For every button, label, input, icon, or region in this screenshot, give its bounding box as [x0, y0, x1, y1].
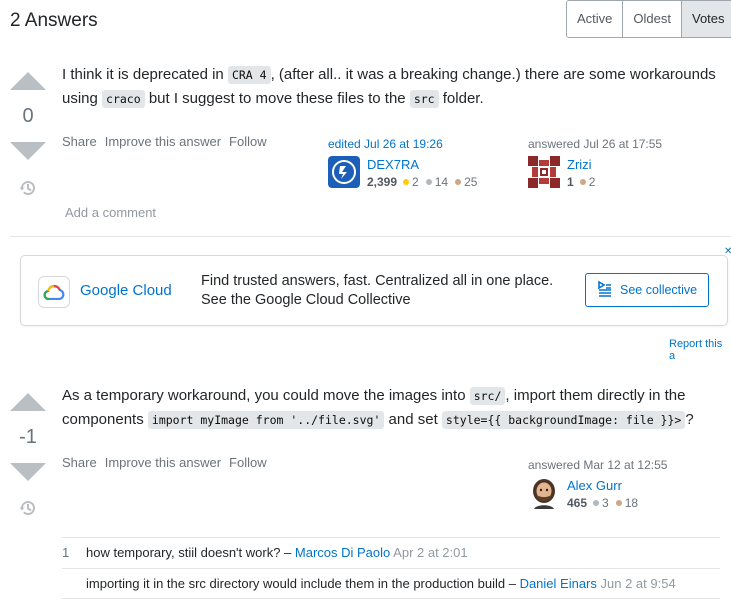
editor-stats: 2,399 2 14 25 [367, 175, 478, 189]
author-name[interactable]: Alex Gurr [567, 478, 622, 493]
answer-body: As a temporary workaround, you could mov… [62, 387, 694, 429]
inline-code: CRA 4 [227, 66, 271, 84]
post-menu: Share Improve this answer Follow [62, 134, 267, 149]
share-link[interactable]: Share [62, 134, 97, 149]
reputation: 465 [567, 496, 588, 510]
author-stats: 1 2 [567, 175, 596, 189]
vote-count: -1 [19, 426, 37, 448]
ad-brand-name[interactable]: Google Cloud [80, 282, 172, 299]
upvote-button[interactable] [10, 393, 46, 411]
silver-badge-icon [593, 500, 600, 506]
inline-code: src/ [469, 387, 506, 405]
see-collective-button[interactable]: See collective [585, 273, 709, 307]
sort-tab-active[interactable]: Active [567, 1, 624, 37]
reputation: 1 [567, 175, 574, 189]
share-link[interactable]: Share [62, 455, 97, 470]
downvote-button[interactable] [10, 463, 46, 481]
comment-date[interactable]: Apr 2 at 2:01 [393, 545, 467, 560]
author-name[interactable]: Zrizi [567, 157, 592, 172]
collective-icon [596, 280, 614, 301]
comment-user[interactable]: Marcos Di Paolo [295, 545, 390, 560]
comment-date[interactable]: Jun 2 at 9:54 [601, 576, 676, 591]
bronze-badge-icon [615, 500, 622, 506]
silver-badge-icon [425, 179, 432, 185]
comment: importing it in the src directory would … [62, 568, 720, 599]
inline-code: style={{ backgroundImage: file }}> [441, 411, 686, 429]
comment-text: how temporary, stiil doesn't work? – [86, 545, 295, 560]
avatar[interactable] [328, 156, 360, 188]
editor-name[interactable]: DEX7RA [367, 157, 419, 172]
ad-text: Find trusted answers, fast. Centralized … [201, 273, 554, 308]
vote-count: 0 [22, 105, 34, 127]
add-comment-link[interactable]: Add a comment [65, 205, 156, 220]
history-icon[interactable] [18, 498, 38, 518]
avatar[interactable] [528, 156, 560, 188]
answered-timestamp[interactable]: answered Mar 12 at 12:55 [528, 458, 667, 472]
google-cloud-logo-icon [38, 276, 70, 308]
answers-heading: 2 Answers [10, 10, 98, 31]
follow-link[interactable]: Follow [229, 455, 267, 470]
comment: 1 how temporary, stiil doesn't work? – Ma… [62, 537, 720, 568]
gold-badge-icon [403, 179, 410, 185]
reputation: 2,399 [367, 175, 398, 189]
sort-tab-votes[interactable]: Votes [681, 1, 731, 37]
follow-link[interactable]: Follow [229, 134, 267, 149]
avatar[interactable] [528, 477, 560, 509]
answer-body: I think it is deprecated in CRA 4, (afte… [62, 66, 716, 108]
post-menu: Share Improve this answer Follow [62, 455, 267, 470]
answer-sort-tabs: Active Oldest Votes [566, 0, 731, 38]
answered-timestamp[interactable]: answered Jul 26 at 17:55 [528, 137, 662, 151]
upvote-button[interactable] [10, 72, 46, 90]
bronze-badge-icon [455, 179, 462, 185]
history-icon[interactable] [18, 178, 38, 198]
improve-answer-link[interactable]: Improve this answer [105, 134, 221, 149]
improve-answer-link[interactable]: Improve this answer [105, 455, 221, 470]
edited-timestamp[interactable]: edited Jul 26 at 19:26 [328, 137, 443, 151]
inline-code: craco [102, 90, 145, 108]
answer-divider [10, 236, 731, 237]
comment-text: importing it in the src directory would … [86, 576, 520, 591]
comment-score: 1 [62, 545, 70, 560]
inline-code: import myImage from '../file.svg' [147, 411, 385, 429]
downvote-button[interactable] [10, 142, 46, 160]
bronze-badge-icon [579, 179, 586, 185]
author-stats: 465 3 18 [567, 496, 639, 510]
sort-tab-oldest[interactable]: Oldest [623, 1, 682, 37]
collective-ad-card: Google Cloud Find trusted answers, fast.… [20, 255, 728, 326]
inline-code: src [409, 90, 439, 108]
comment-user[interactable]: Daniel Einars [520, 576, 597, 591]
report-ad-link[interactable]: Report this a [669, 338, 731, 362]
